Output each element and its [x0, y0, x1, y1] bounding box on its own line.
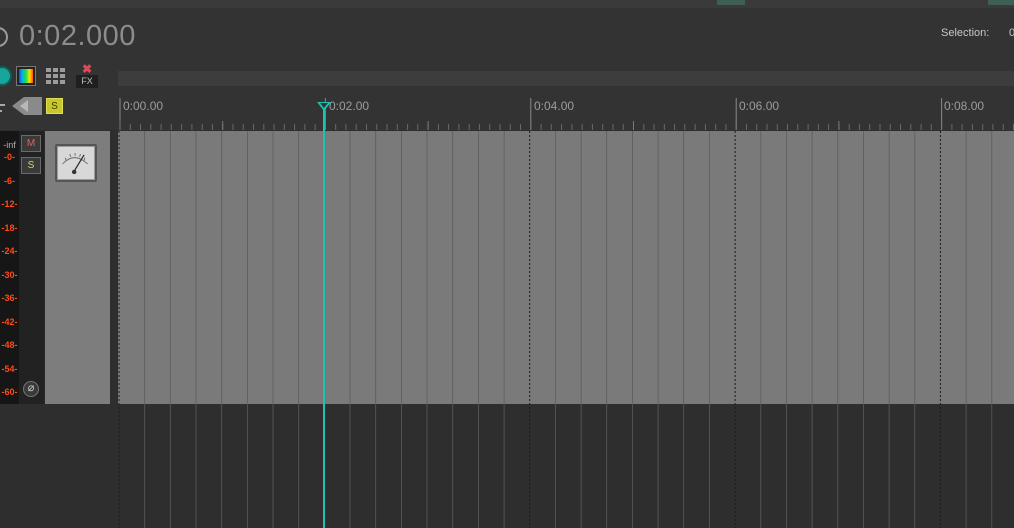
horizontal-scrollbar[interactable]: [118, 71, 1014, 86]
transport-bar: [0, 8, 1014, 64]
ruler-time-label: 0:00.00: [123, 99, 164, 113]
top-button[interactable]: [988, 0, 1014, 5]
spectrum-icon[interactable]: [16, 66, 36, 86]
top-strip: [0, 0, 1014, 8]
selection-value: 0: [1009, 27, 1014, 39]
routing-icon[interactable]: [0, 97, 8, 117]
solo-toggle-button[interactable]: S: [46, 98, 63, 114]
meter-scale-label: -42-: [1, 316, 18, 327]
playhead-marker-inner: [320, 103, 328, 108]
arrow-left-icon[interactable]: [12, 96, 42, 116]
meter-scale-label: -30-: [1, 269, 18, 280]
selection-label: Selection:: [941, 27, 990, 39]
meter-scale-label: -24-: [1, 246, 18, 256]
ruler-time-label: 0:02.00: [329, 99, 370, 113]
meter-scale-label: -18-: [1, 222, 18, 233]
meter-peak-label: -inf: [3, 140, 16, 150]
fx-label: FX: [76, 75, 98, 88]
meter-scale-label: -36-: [1, 293, 18, 303]
grid-icon[interactable]: [46, 68, 66, 84]
grid-lines: [118, 131, 993, 528]
solo-button[interactable]: S: [21, 157, 41, 174]
fx-bypass-icon: ✖: [82, 62, 93, 76]
mute-button[interactable]: M: [21, 135, 41, 152]
meter-scale-label: -48-: [1, 340, 18, 350]
ruler-time-label: 0:04.00: [534, 99, 575, 113]
timeline-ruler[interactable]: 0:00.00 0:02.00 0:04.00 0:06.00 0:08.00: [118, 92, 1014, 130]
time-display: 0:02.000: [19, 20, 136, 52]
meter-scale-label: -54-: [1, 363, 18, 374]
top-button[interactable]: [717, 0, 745, 5]
meter-scale-label: -12-: [1, 199, 18, 209]
ruler-time-label: 0:06.00: [739, 99, 780, 113]
meter-scale-label: -60-: [1, 387, 18, 397]
vu-meter-icon[interactable]: [55, 144, 97, 182]
ruler-time-label: 0:08.00: [944, 99, 985, 113]
playhead[interactable]: [323, 102, 325, 528]
fx-button[interactable]: ✖ FX: [75, 63, 99, 89]
meter-scale-label: -0-: [4, 152, 15, 162]
phase-invert-button[interactable]: ⌀: [23, 381, 39, 397]
meter-scale-label: -6-: [4, 175, 15, 186]
